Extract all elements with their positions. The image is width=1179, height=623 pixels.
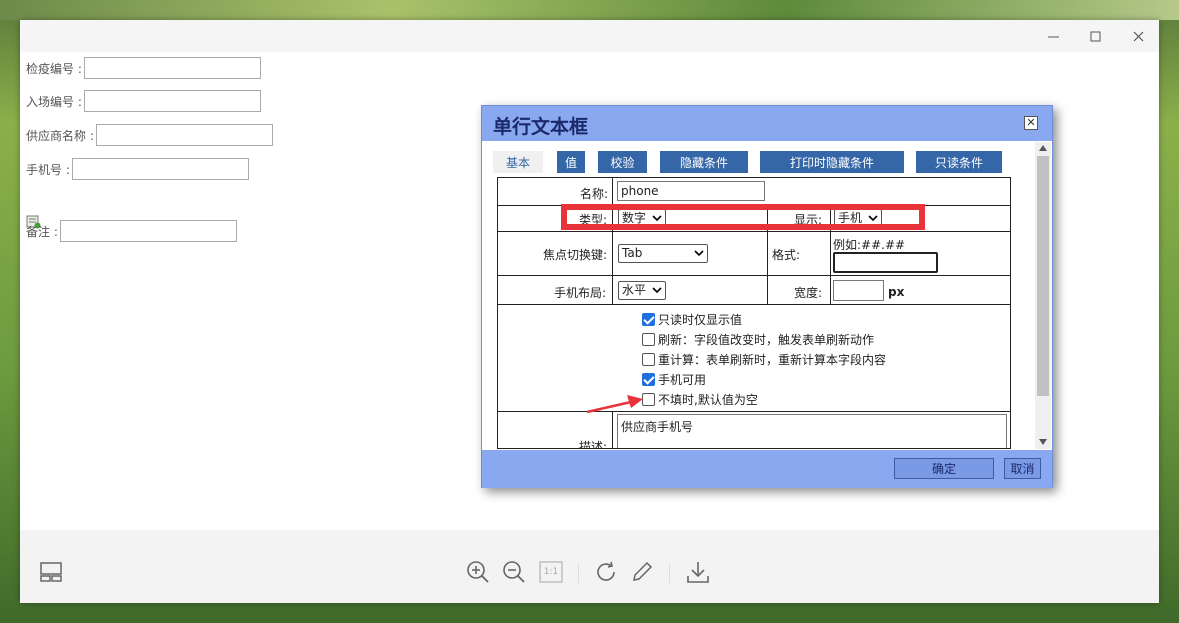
checkbox-unchecked[interactable] [642,353,655,366]
checkbox-checked[interactable] [642,313,655,326]
desktop-background [0,0,1179,20]
readonly-show-value-checkbox[interactable]: 只读时仅显示值 [642,311,742,328]
toolbar-separator [578,563,579,583]
name-input[interactable]: phone [617,181,765,201]
table-divider [612,411,613,448]
dialog-title-bar[interactable]: 单行文本框 ✕ [482,106,1052,141]
tab-hide-conditions[interactable]: 隐藏条件 [660,151,748,173]
mobile-layout-select[interactable]: 水平 [618,281,666,300]
cancel-button[interactable]: 取消 [1004,458,1041,479]
quarantine-no-label: 检疫编号 : [26,61,82,76]
zoom-out-icon[interactable] [501,559,527,585]
width-input[interactable] [833,280,884,301]
table-divider [498,275,1010,276]
phone-input[interactable] [71,158,249,180]
width-label: 宽度: [794,286,823,300]
focus-key-label: 焦点切换键: [543,248,608,262]
form-row-phone: 手机号 : [26,158,249,180]
actual-size-label: 1:1 [543,567,559,577]
mobile-enabled-checkbox[interactable]: 手机可用 [642,371,706,388]
table-divider [498,304,1010,305]
tab-print-hide-conditions[interactable]: 打印时隐藏条件 [760,151,904,173]
minimize-icon[interactable] [1032,20,1074,52]
chevron-down-icon [694,250,704,257]
recalculate-checkbox[interactable]: 重计算：表单刷新时，重新计算本字段内容 [642,351,886,368]
scroll-up-icon[interactable] [1039,145,1047,151]
tab-readonly-conditions[interactable]: 只读条件 [916,151,1002,173]
layout-icon[interactable] [38,559,64,585]
width-unit: px [888,285,905,299]
tab-validation[interactable]: 校验 [598,151,647,173]
focus-key-value: Tab [622,246,643,260]
format-label: 格式: [772,248,801,262]
ok-button[interactable]: 确定 [894,458,994,479]
checkbox-label: 刷新：字段值改变时，触发表单刷新动作 [658,333,875,347]
table-divider [612,178,613,305]
checkbox-checked[interactable] [642,373,655,386]
name-label: 名称: [580,187,609,201]
tab-value[interactable]: 值 [557,151,585,173]
title-bar [20,20,1159,52]
scroll-down-icon[interactable] [1039,439,1047,445]
checkbox-label: 手机可用 [658,373,707,387]
download-icon[interactable] [685,559,711,585]
default-empty-checkbox[interactable]: 不填时,默认值为空 [642,391,758,408]
description-label: 描述: [579,440,608,449]
maximize-icon[interactable] [1074,20,1116,52]
rotate-icon[interactable] [593,559,619,585]
quarantine-no-input[interactable] [83,57,261,79]
table-divider [498,411,1010,412]
dialog-close-icon[interactable]: ✕ [1024,116,1038,130]
tab-basic[interactable]: 基本 [493,151,543,173]
zoom-in-icon[interactable] [465,559,491,585]
chevron-down-icon [652,287,662,294]
toolbar-separator [669,563,670,583]
dialog-scrollbar[interactable] [1035,142,1051,449]
supplier-name-input[interactable] [95,124,273,146]
checkbox-unchecked[interactable] [642,333,655,346]
arrow-annotation-icon [586,395,643,414]
form-row-supplier: 供应商名称 : [26,124,273,146]
phone-label: 手机号 : [26,162,70,177]
refresh-checkbox[interactable]: 刷新：字段值改变时，触发表单刷新动作 [642,331,874,348]
format-hint: 例如:##.## [833,238,906,252]
entry-no-input[interactable] [83,90,261,112]
form-row-quarantine: 检疫编号 : [26,57,261,79]
checkbox-label: 只读时仅显示值 [658,313,743,327]
form-row-entry: 入场编号 : [26,90,261,112]
checkbox-label: 重计算：表单刷新时，重新计算本字段内容 [658,353,887,367]
scrollbar-thumb[interactable] [1037,156,1049,396]
checkbox-label: 不填时,默认值为空 [658,393,758,407]
description-textarea[interactable]: 供应商手机号 [617,414,1007,448]
table-divider [498,231,1010,232]
form-row-remark: 备注 : [26,220,237,242]
remark-label: 备注 : [26,224,58,239]
format-input[interactable] [833,252,938,273]
dialog-title: 单行文本框 [493,116,589,138]
mobile-layout-value: 水平 [622,283,647,297]
close-icon[interactable] [1117,20,1159,52]
text-field-dialog: 单行文本框 ✕ 基本 值 校验 隐藏条件 打印时隐藏条件 只读条件 名称: ph… [481,105,1053,488]
focus-key-select[interactable]: Tab [618,244,708,263]
bottom-toolbar: 1:1 [20,530,1159,603]
dialog-footer: 确定 取消 [482,450,1052,488]
remark-input[interactable] [59,220,237,242]
supplier-name-label: 供应商名称 : [26,128,94,143]
pen-icon[interactable] [629,559,655,585]
highlight-box [561,204,925,230]
actual-size-icon[interactable]: 1:1 [538,559,564,585]
mobile-layout-label: 手机布局: [554,286,607,300]
entry-no-label: 入场编号 : [26,94,82,109]
